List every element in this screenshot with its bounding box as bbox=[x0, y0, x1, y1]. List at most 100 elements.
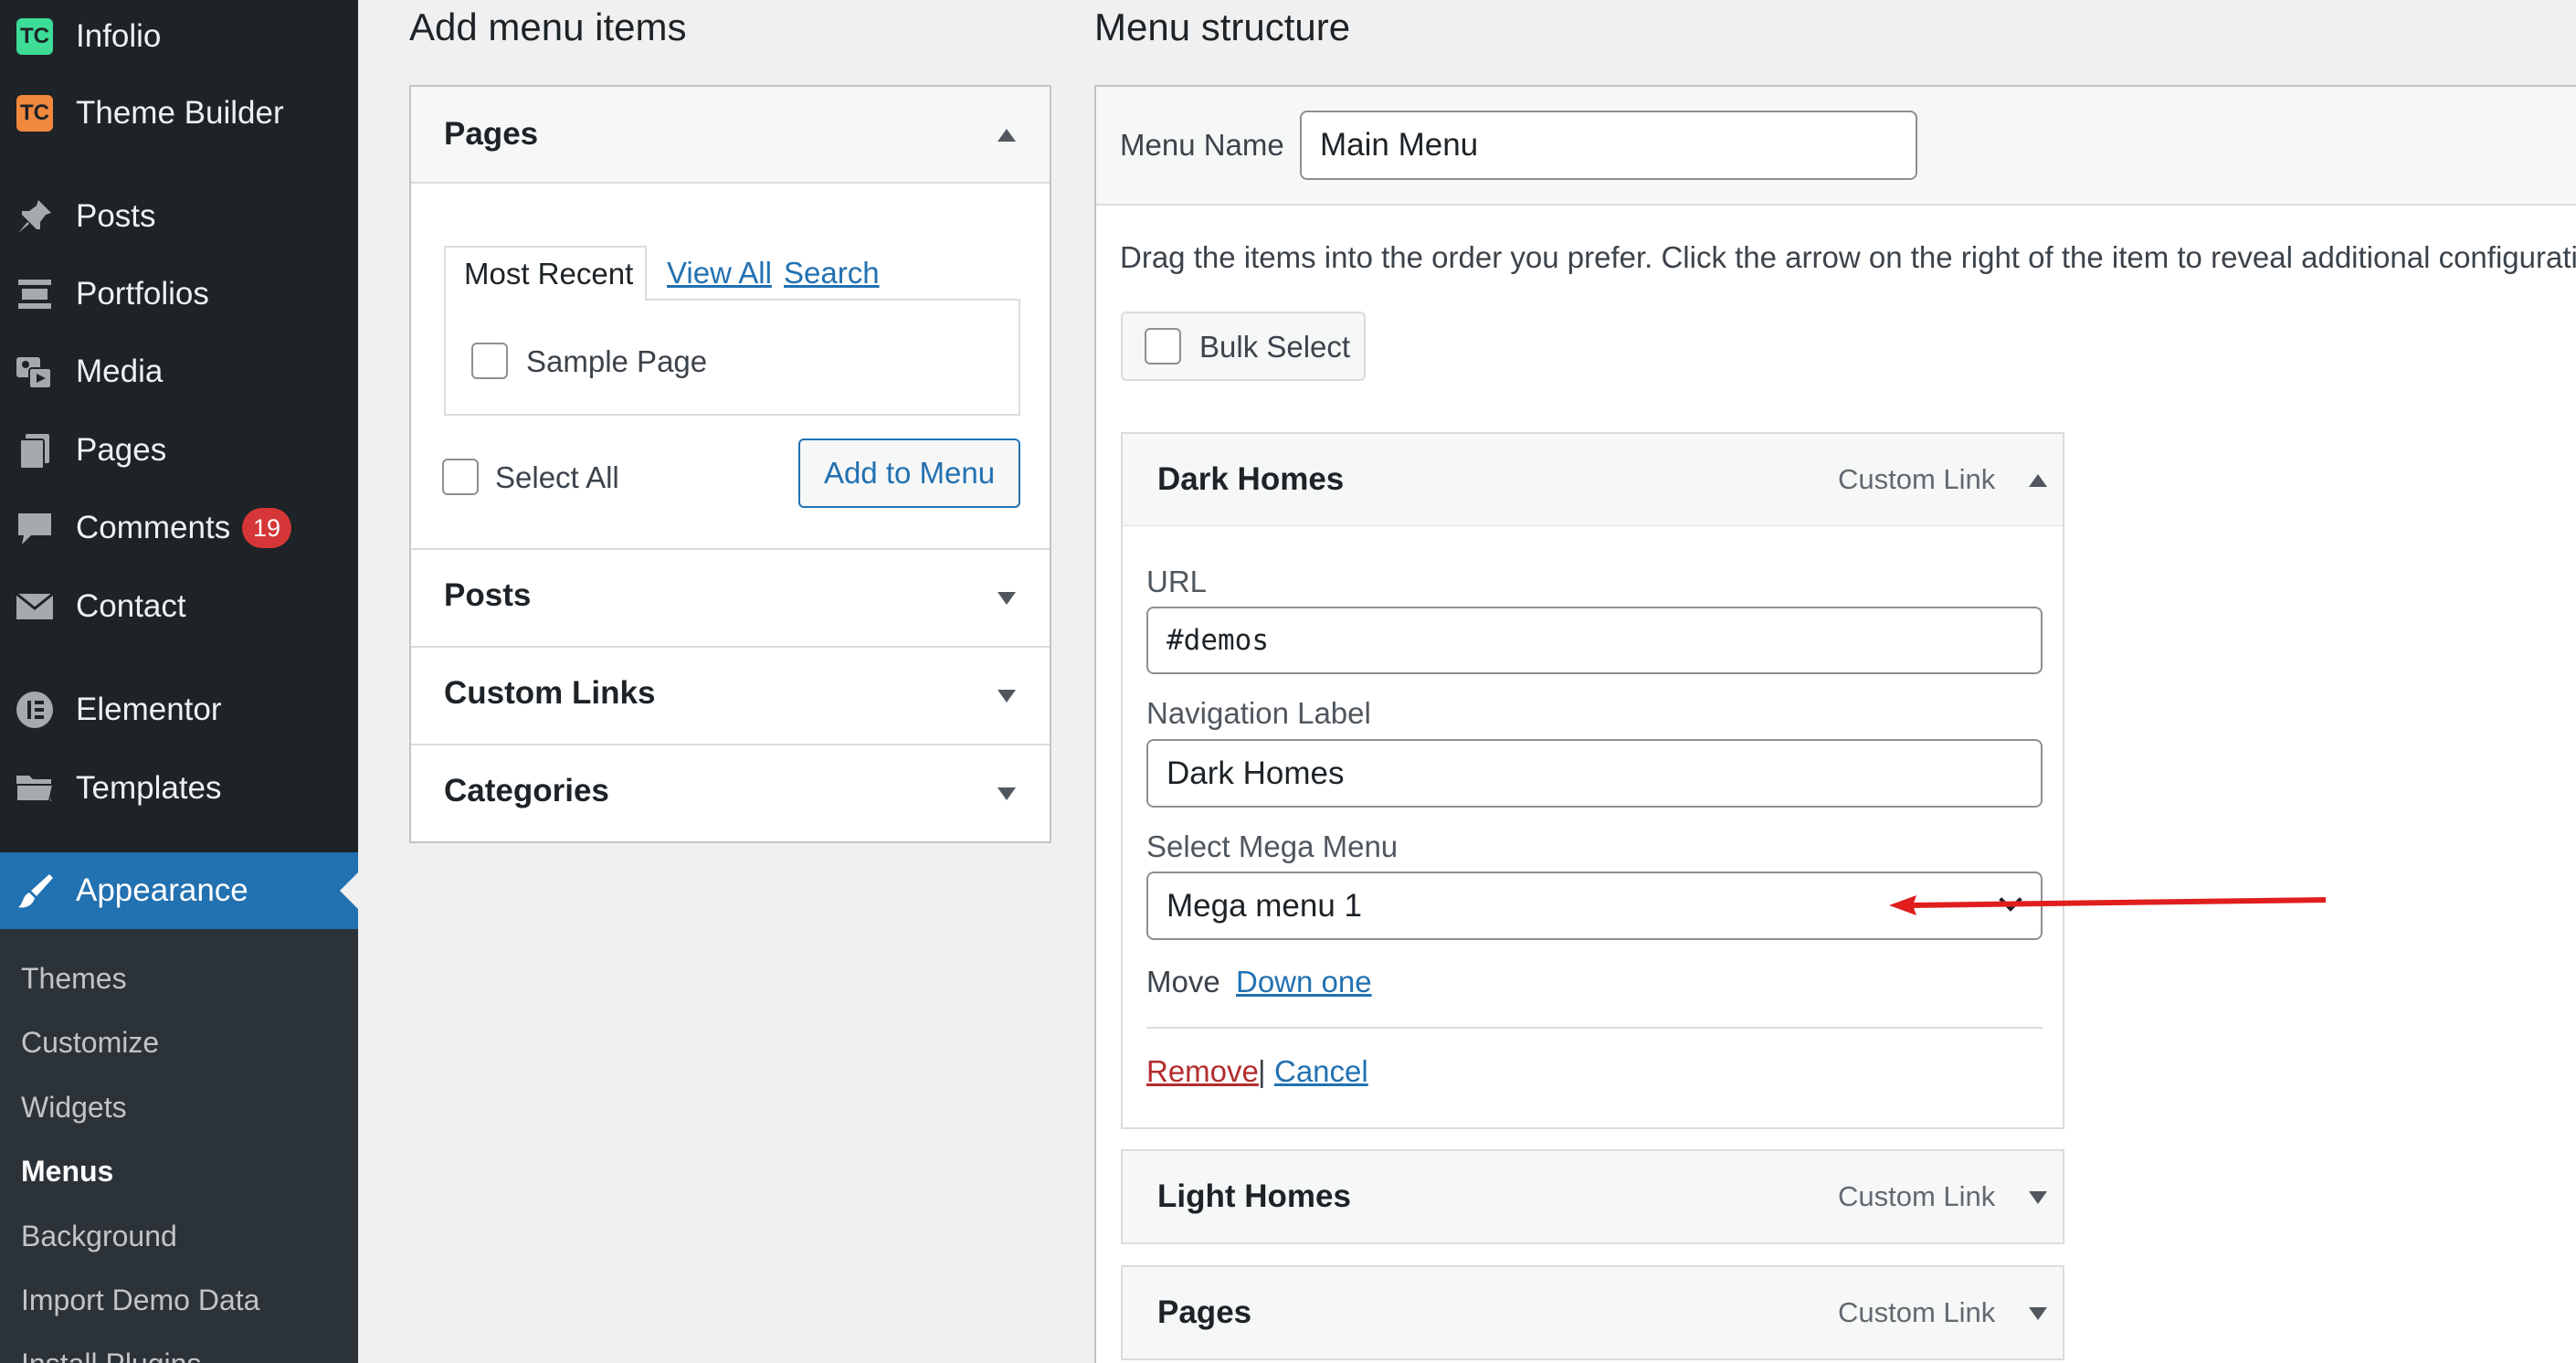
sidebar-item-appearance[interactable]: Appearance bbox=[0, 852, 358, 929]
url-label: URL bbox=[1146, 565, 1208, 598]
expand-arrow-icon[interactable] bbox=[998, 592, 1016, 605]
pages-icon bbox=[15, 430, 55, 470]
bulk-select-button[interactable]: Bulk Select bbox=[1121, 312, 1366, 381]
menu-item-dark-homes[interactable]: Dark Homes Custom Link bbox=[1121, 432, 2064, 527]
navigation-label-input[interactable]: Dark Homes bbox=[1146, 739, 2043, 808]
submenu-item-install-plugins[interactable]: Install Plugins bbox=[21, 1347, 201, 1363]
menu-item-settings: URL #demos Navigation Label Dark Homes S… bbox=[1121, 526, 2064, 1129]
accordion-categories-header[interactable]: Categories bbox=[411, 744, 1050, 841]
accordion-title: Pages bbox=[444, 116, 539, 152]
elementor-icon bbox=[15, 690, 55, 730]
expand-arrow-icon[interactable] bbox=[2029, 1191, 2047, 1204]
accordion-posts-header[interactable]: Posts bbox=[411, 548, 1050, 646]
menu-instructions: Drag the items into the order you prefer… bbox=[1120, 240, 2576, 274]
remove-link[interactable]: Remove bbox=[1146, 1054, 1259, 1089]
menu-structure-heading: Menu structure bbox=[1094, 5, 1351, 48]
accordion-title: Categories bbox=[444, 773, 609, 808]
paintbrush-icon bbox=[15, 871, 55, 911]
menu-name-bar: Menu Name Main Menu bbox=[1096, 87, 2576, 206]
sidebar-item-label: Posts bbox=[76, 198, 156, 234]
folder-icon bbox=[15, 768, 55, 808]
sidebar-item-label: Appearance bbox=[76, 872, 248, 908]
add-to-menu-button[interactable]: Add to Menu bbox=[798, 438, 1020, 508]
navigation-label-label: Navigation Label bbox=[1146, 696, 1371, 730]
sidebar-item-label: Media bbox=[76, 354, 164, 389]
sample-page-label: Sample Page bbox=[526, 344, 708, 378]
expand-arrow-icon[interactable] bbox=[998, 787, 1016, 800]
tab-search[interactable]: Search bbox=[784, 246, 880, 301]
sidebar-item-comments[interactable]: Comments 19 bbox=[0, 491, 358, 565]
sidebar-item-label: Templates bbox=[76, 770, 222, 806]
accordion-title: Posts bbox=[444, 577, 532, 613]
tab-view-all[interactable]: View All bbox=[667, 246, 772, 301]
sidebar-item-label: Contact bbox=[76, 588, 186, 624]
tc-theme-builder-icon: TC bbox=[15, 93, 55, 133]
submenu-item-menus[interactable]: Menus bbox=[21, 1155, 113, 1189]
menu-structure-panel: Menu Name Main Menu Drag the items into … bbox=[1094, 85, 2576, 1363]
collapse-arrow-icon[interactable] bbox=[998, 129, 1016, 142]
accordion-pages-header[interactable]: Pages bbox=[411, 87, 1050, 184]
sidebar-item-templates[interactable]: Templates bbox=[0, 752, 358, 825]
sidebar-item-label: Portfolios bbox=[76, 276, 209, 312]
annotation-arrow bbox=[1889, 895, 2327, 915]
menu-item-pages[interactable]: Pages Custom Link bbox=[1121, 1265, 2064, 1360]
submenu-item-widgets[interactable]: Widgets bbox=[21, 1091, 127, 1125]
menu-item-type: Custom Link bbox=[1838, 1296, 1996, 1328]
sidebar-item-label: Theme Builder bbox=[76, 95, 284, 131]
submenu-item-customize[interactable]: Customize bbox=[21, 1026, 159, 1060]
comments-icon bbox=[15, 508, 55, 548]
select-all-label: Select All bbox=[495, 460, 619, 494]
sidebar-item-label: Pages bbox=[76, 432, 167, 468]
sidebar-item-theme-builder[interactable]: TC Theme Builder bbox=[0, 77, 358, 150]
tc-infolio-icon: TC bbox=[15, 16, 55, 57]
sidebar-item-label: Infolio bbox=[76, 18, 162, 54]
envelope-icon bbox=[15, 586, 55, 627]
bulk-select-label: Bulk Select bbox=[1199, 330, 1351, 364]
menu-item-title: Pages bbox=[1157, 1294, 1252, 1330]
add-menu-items-heading: Add menu items bbox=[409, 5, 687, 48]
mega-menu-selected-value: Mega menu 1 bbox=[1167, 887, 1363, 924]
expand-arrow-icon[interactable] bbox=[2029, 1307, 2047, 1320]
sidebar-item-label: Elementor bbox=[76, 692, 222, 727]
menu-item-title: Light Homes bbox=[1157, 1178, 1351, 1214]
cancel-link[interactable]: Cancel bbox=[1274, 1054, 1368, 1089]
menu-item-title: Dark Homes bbox=[1157, 461, 1345, 497]
portfolio-icon bbox=[15, 274, 55, 314]
sidebar-item-contact[interactable]: Contact bbox=[0, 570, 358, 643]
bulk-select-checkbox[interactable] bbox=[1145, 328, 1181, 365]
collapse-arrow-icon[interactable] bbox=[2029, 474, 2047, 487]
admin-sidebar: TC Infolio TC Theme Builder Posts Portfo… bbox=[0, 0, 358, 1363]
sidebar-item-portfolios[interactable]: Portfolios bbox=[0, 258, 358, 331]
divider bbox=[1146, 1027, 2043, 1029]
expand-arrow-icon[interactable] bbox=[998, 690, 1016, 703]
url-input[interactable]: #demos bbox=[1146, 607, 2043, 674]
move-label: Move bbox=[1146, 965, 1220, 998]
accordion-custom-links-header[interactable]: Custom Links bbox=[411, 646, 1050, 744]
active-indicator bbox=[340, 872, 358, 909]
submenu-item-import-demo-data[interactable]: Import Demo Data bbox=[21, 1284, 259, 1317]
menu-name-input[interactable]: Main Menu bbox=[1300, 111, 1917, 180]
pages-tabs: Most Recent View All Search bbox=[444, 246, 1019, 301]
sidebar-item-media[interactable]: Media bbox=[0, 335, 358, 408]
sidebar-item-infolio[interactable]: TC Infolio bbox=[0, 0, 358, 73]
appearance-submenu: Themes Customize Widgets Menus Backgroun… bbox=[0, 929, 358, 1363]
menu-item-light-homes[interactable]: Light Homes Custom Link bbox=[1121, 1149, 2064, 1244]
move-down-one-link[interactable]: Down one bbox=[1236, 965, 1372, 999]
comments-count-badge: 19 bbox=[242, 508, 291, 548]
add-menu-items-panel: Pages Most Recent View All Search Sample… bbox=[409, 85, 1051, 843]
tab-most-recent[interactable]: Most Recent bbox=[444, 246, 647, 301]
sidebar-item-posts[interactable]: Posts bbox=[0, 180, 358, 253]
submenu-item-themes[interactable]: Themes bbox=[21, 962, 127, 996]
sidebar-item-elementor[interactable]: Elementor bbox=[0, 673, 358, 746]
select-mega-menu-label: Select Mega Menu bbox=[1146, 829, 1399, 863]
menu-name-label: Menu Name bbox=[1120, 128, 1284, 162]
link-separator: | bbox=[1258, 1054, 1266, 1088]
menu-item-type: Custom Link bbox=[1838, 1180, 1996, 1212]
select-all-checkbox[interactable] bbox=[442, 459, 479, 495]
pin-icon bbox=[15, 196, 55, 237]
sidebar-item-label: Comments bbox=[76, 510, 231, 545]
submenu-item-background[interactable]: Background bbox=[21, 1220, 177, 1253]
sidebar-item-pages[interactable]: Pages bbox=[0, 414, 358, 487]
media-icon bbox=[15, 352, 55, 392]
sample-page-checkbox[interactable] bbox=[471, 343, 508, 379]
